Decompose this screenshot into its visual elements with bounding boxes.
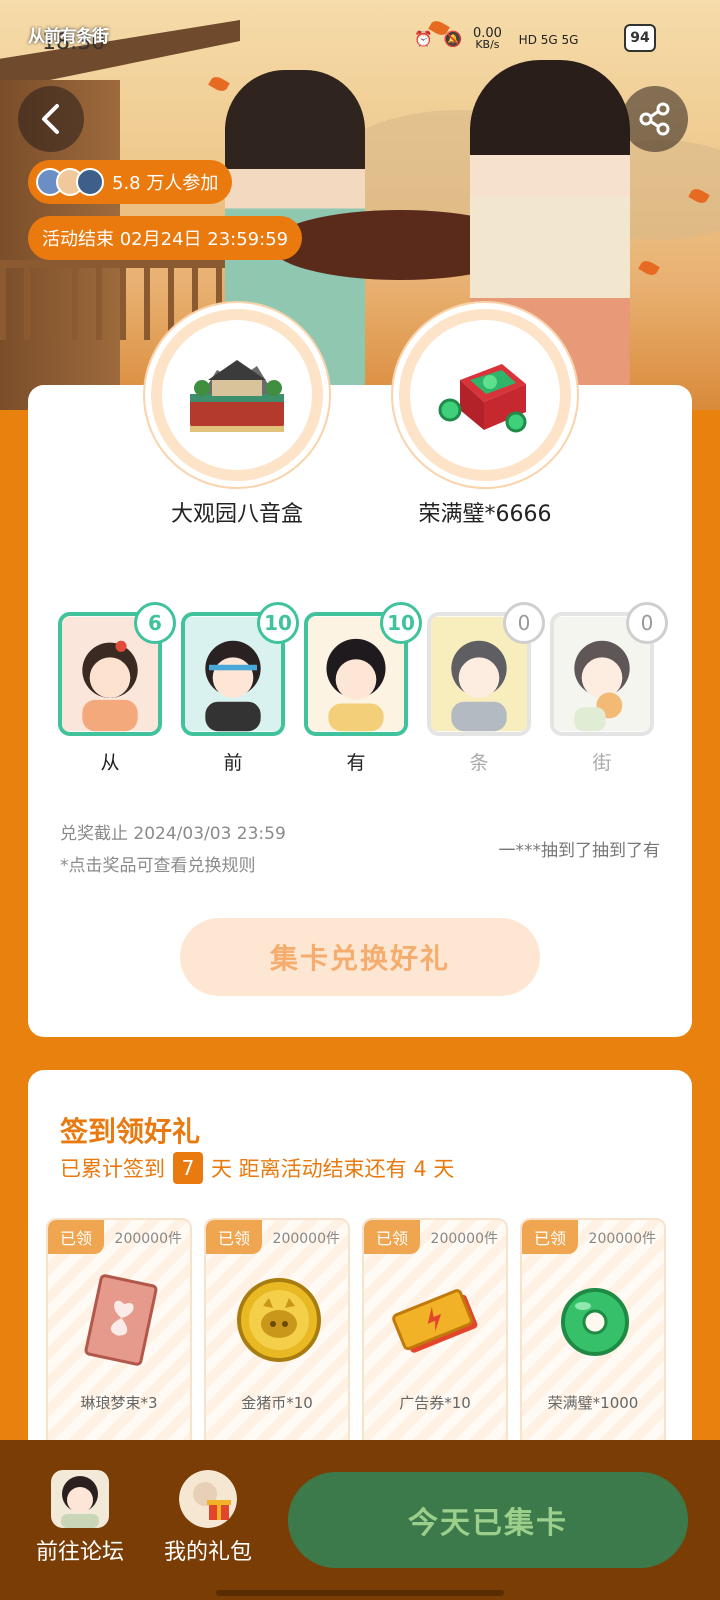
redeem-info: 兑奖截止 2024/03/03 23:59 *点击奖品可查看兑换规则: [60, 818, 286, 882]
app-logo: 从前有条街: [28, 27, 109, 47]
reward-name: 金猪币*10: [241, 1394, 313, 1412]
share-icon: [639, 102, 670, 136]
ticket-icon: [84, 1274, 158, 1366]
alarm-icon: ⏰: [414, 29, 433, 48]
ad-voucher-icon: [392, 1289, 478, 1353]
forum-avatar-icon: [51, 1470, 109, 1528]
reward-item[interactable]: 已领 200000件 金猪币*10: [204, 1218, 350, 1448]
exchange-gift-button[interactable]: 集卡兑换好礼: [180, 918, 540, 996]
signin-progress: 已累计签到 7 天 距离活动结束还有 4 天: [60, 1152, 454, 1184]
card-count-badge: 10: [380, 602, 422, 644]
reward-item[interactable]: 已领 200000件 荣满璧*1000: [520, 1218, 666, 1448]
forum-label: 前往论坛: [35, 1540, 124, 1565]
gift-pack-icon: [179, 1470, 237, 1528]
reward-item[interactable]: 已领 200000件 琳琅梦束*3: [46, 1218, 192, 1448]
card-name: 条: [469, 752, 489, 774]
card-name: 街: [592, 752, 612, 774]
card-count-badge: 10: [257, 602, 299, 644]
card-name: 前: [223, 752, 243, 774]
reward-stock: 200000件: [272, 1231, 340, 1247]
participants-badge: 5.8 万人参加: [28, 160, 233, 204]
prize-name: 荣满璧*6666: [418, 502, 552, 527]
music-box-icon: [190, 360, 284, 432]
share-button[interactable]: [622, 86, 688, 152]
card-slot-cong[interactable]: 6 从: [58, 602, 176, 775]
reward-stock: 200000件: [588, 1231, 656, 1247]
my-gifts-label: 我的礼包: [163, 1540, 252, 1565]
reward-item[interactable]: 已领 200000件 广告券*10: [362, 1218, 508, 1448]
card-slot-jie[interactable]: 0 街: [550, 602, 668, 775]
card-slot-tiao[interactable]: 0 条: [427, 602, 545, 775]
card-count-badge: 6: [134, 602, 176, 644]
card-count-badge: 0: [626, 602, 668, 644]
card-slot-you[interactable]: 10 有: [304, 602, 422, 775]
forum-link[interactable]: 前往论坛: [20, 1470, 140, 1566]
home-indicator[interactable]: [216, 1590, 504, 1596]
signin-suffix: 天 距离活动结束还有 4 天: [211, 1157, 455, 1181]
card-name: 从: [100, 752, 120, 774]
reward-stock: 200000件: [114, 1231, 182, 1247]
reward-name: 荣满璧*1000: [547, 1394, 639, 1412]
winner-ticker: 一***抽到了抽到了有: [498, 841, 661, 861]
hero-banner: [0, 0, 720, 410]
status-icons: ⏰ 🔕 0.00 KB/s HD 5G 5G: [414, 26, 584, 51]
gold-pig-coin-icon: [237, 1278, 321, 1362]
jade-chest-icon: [438, 364, 527, 433]
signin-prefix: 已累计签到: [60, 1157, 165, 1181]
reward-stock: 200000件: [430, 1231, 498, 1247]
card-count-badge: 0: [503, 602, 545, 644]
prize-music-box[interactable]: [145, 303, 329, 487]
card-slot-qian[interactable]: 10 前: [181, 602, 299, 775]
participants-count: 5.8 万人参加: [112, 173, 219, 194]
mute-icon: 🔕: [443, 29, 463, 48]
collect-card-button[interactable]: 今天已集卡: [288, 1472, 688, 1568]
prize-jade-chest[interactable]: [393, 303, 577, 487]
claimed-tag: 已领: [48, 1220, 104, 1254]
prize-name: 大观园八音盒: [170, 502, 303, 527]
back-button[interactable]: [18, 86, 84, 152]
my-gifts-link[interactable]: 我的礼包: [148, 1470, 268, 1566]
net-speed: 0.00 KB/s: [472, 26, 502, 51]
signin-days: 7: [173, 1152, 203, 1184]
battery-icon: 94: [624, 24, 656, 52]
redeem-hint: *点击奖品可查看兑换规则: [60, 856, 256, 876]
claimed-tag: 已领: [522, 1220, 578, 1254]
signal-icon: HD 5G 5G: [518, 32, 579, 47]
redeem-deadline: 兑奖截止 2024/03/03 23:59: [60, 824, 286, 844]
activity-deadline-badge: 活动结束 02月24日 23:59:59: [28, 216, 303, 260]
reward-name: 广告券*10: [399, 1394, 471, 1412]
signin-title: 签到领好礼: [60, 1115, 201, 1148]
claimed-tag: 已领: [364, 1220, 420, 1254]
avatar: [76, 168, 104, 196]
card-name: 有: [346, 752, 366, 774]
status-bar: 18:30 从前有条街 ⏰ 🔕 0.00 KB/s HD 5G 5G 94: [0, 18, 720, 58]
participant-avatars: [36, 168, 104, 196]
chevron-left-icon: [42, 104, 59, 134]
claimed-tag: 已领: [206, 1220, 262, 1254]
reward-name: 琳琅梦束*3: [80, 1394, 158, 1412]
jade-ring-icon: [561, 1288, 629, 1356]
